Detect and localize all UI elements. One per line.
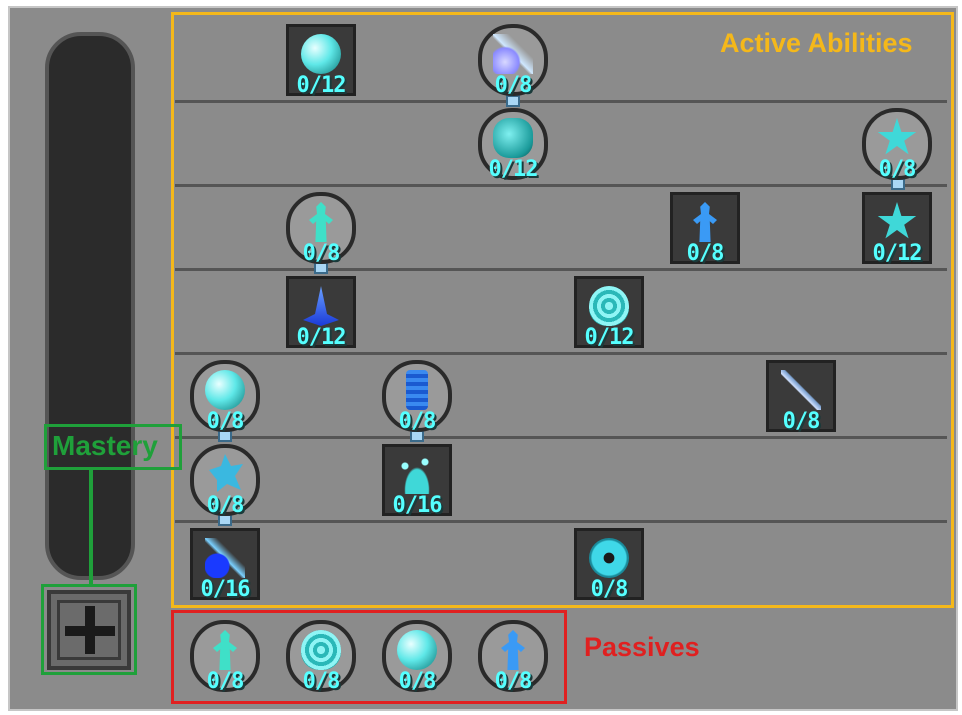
mastery-button-highlight [41, 584, 137, 675]
active-abilities-label: Active Abilities [720, 28, 913, 58]
active-abilities-highlight [171, 12, 954, 608]
mastery-label: Mastery [52, 430, 158, 461]
mastery-connector-line [89, 468, 93, 586]
passives-highlight [171, 610, 567, 704]
passives-label: Passives [584, 632, 700, 662]
